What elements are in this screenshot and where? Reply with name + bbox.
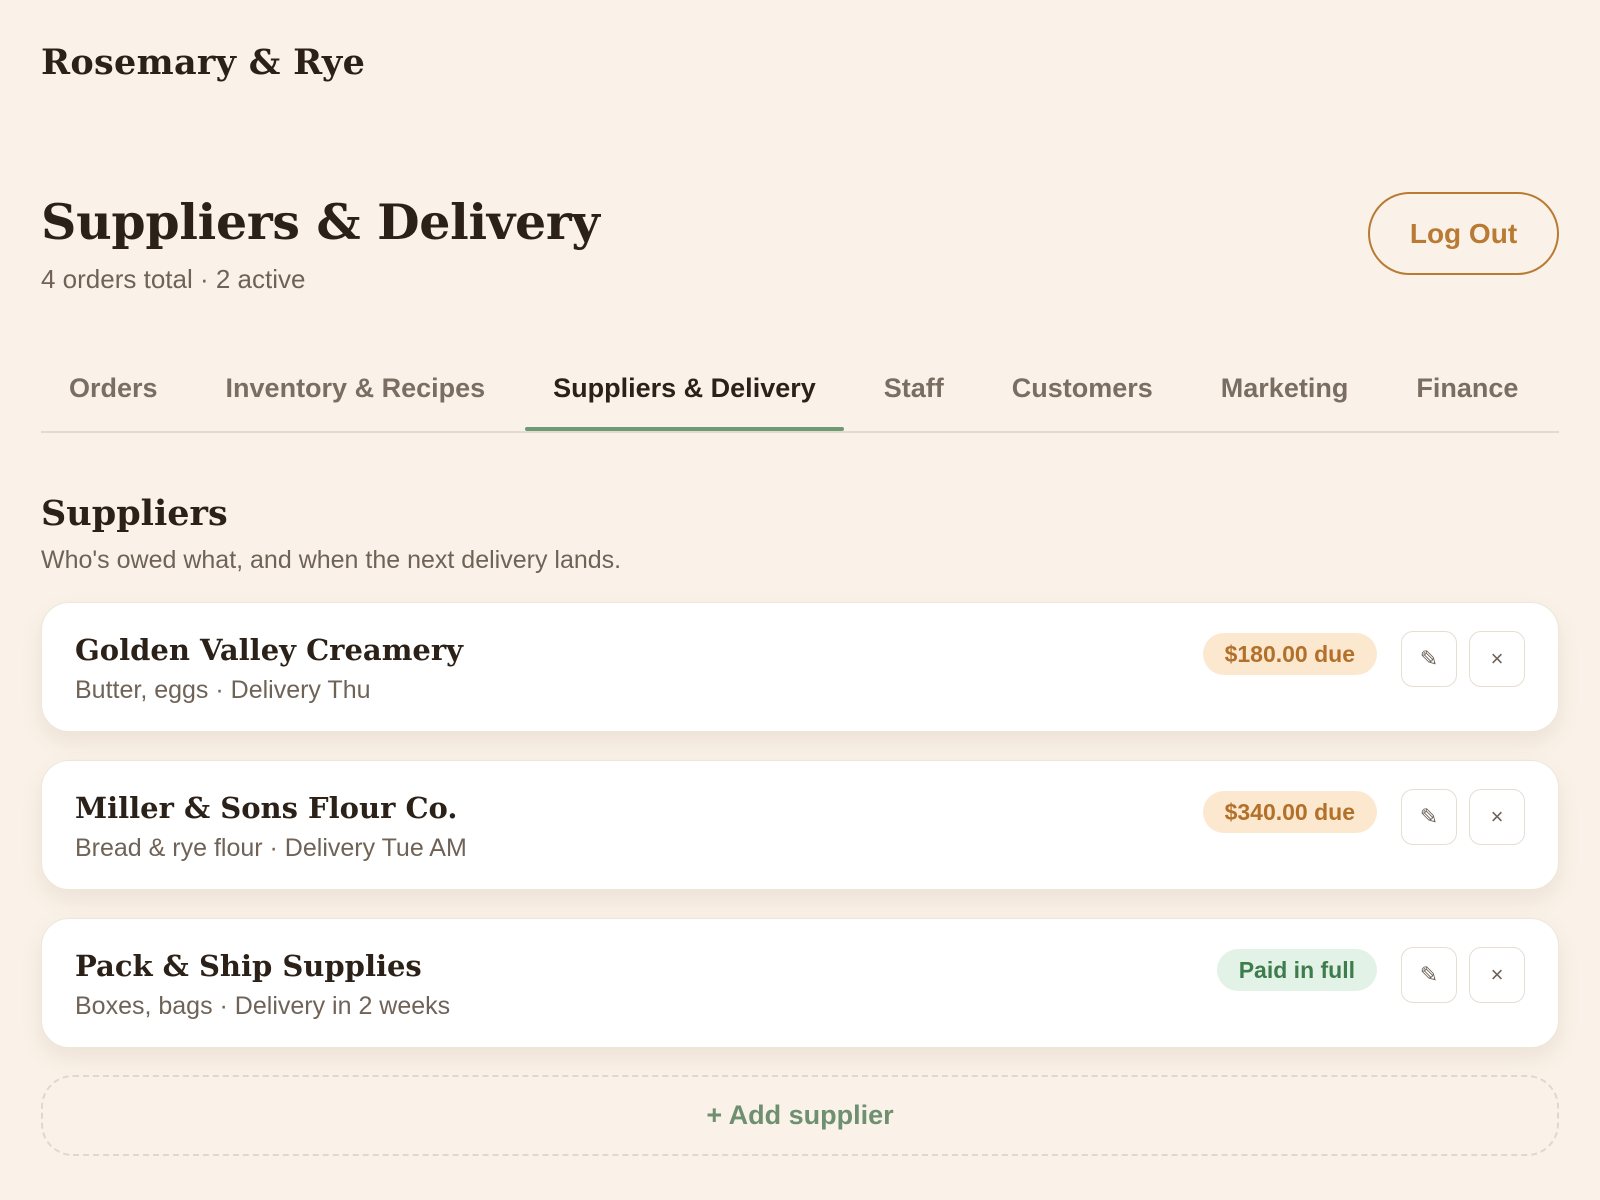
pencil-icon: ✎	[1419, 962, 1439, 987]
supplier-card: Miller & Sons Flour Co. Bread & rye flou…	[41, 760, 1559, 890]
tab-inventory-recipes[interactable]: Inventory & Recipes	[198, 350, 514, 427]
tab-customers[interactable]: Customers	[984, 350, 1181, 427]
pencil-icon: ✎	[1419, 646, 1439, 671]
edit-supplier-button[interactable]: ✎	[1401, 947, 1457, 1003]
tab-staff[interactable]: Staff	[856, 350, 972, 427]
tab-orders[interactable]: Orders	[41, 350, 186, 427]
supplier-meta: Bread & rye flour · Delivery Tue AM	[75, 834, 467, 862]
brand-logo[interactable]: Rosemary & Rye	[41, 42, 365, 83]
logout-button[interactable]: Log Out	[1368, 192, 1559, 275]
supplier-card: Golden Valley Creamery Butter, eggs · De…	[41, 602, 1559, 732]
supplier-meta: Boxes, bags · Delivery in 2 weeks	[75, 992, 451, 1020]
supplier-name: Miller & Sons Flour Co.	[75, 791, 458, 825]
page: Rosemary & Rye Suppliers & Delivery 4 or…	[0, 0, 1600, 1200]
tab-marketing[interactable]: Marketing	[1193, 350, 1377, 427]
supplier-card: Pack & Ship Supplies Boxes, bags · Deliv…	[41, 918, 1559, 1048]
add-supplier-button[interactable]: + Add supplier	[41, 1075, 1559, 1156]
edit-supplier-button[interactable]: ✎	[1401, 631, 1457, 687]
tab-finance[interactable]: Finance	[1388, 350, 1546, 427]
edit-supplier-button[interactable]: ✎	[1401, 789, 1457, 845]
supplier-meta: Butter, eggs · Delivery Thu	[75, 676, 371, 704]
section-subtitle: Who's owed what, and when the next deliv…	[41, 546, 622, 574]
tab-suppliers-delivery[interactable]: Suppliers & Delivery	[525, 350, 844, 431]
supplier-name: Pack & Ship Supplies	[75, 949, 422, 983]
supplier-name: Golden Valley Creamery	[75, 633, 463, 667]
page-subtitle: 4 orders total · 2 active	[41, 264, 306, 294]
close-icon: ×	[1490, 962, 1504, 987]
status-badge: $180.00 due	[1202, 633, 1377, 675]
status-badge: $340.00 due	[1202, 791, 1377, 833]
main-tabs: Orders Inventory & Recipes Suppliers & D…	[41, 350, 1559, 433]
pencil-icon: ✎	[1419, 804, 1439, 829]
section-title: Suppliers	[41, 493, 228, 534]
supplier-list: Golden Valley Creamery Butter, eggs · De…	[41, 602, 1559, 1076]
delete-supplier-button[interactable]: ×	[1469, 789, 1525, 845]
delete-supplier-button[interactable]: ×	[1469, 631, 1525, 687]
page-title: Suppliers & Delivery	[41, 193, 600, 251]
close-icon: ×	[1490, 646, 1504, 671]
delete-supplier-button[interactable]: ×	[1469, 947, 1525, 1003]
status-badge: Paid in full	[1216, 949, 1377, 991]
close-icon: ×	[1490, 804, 1504, 829]
